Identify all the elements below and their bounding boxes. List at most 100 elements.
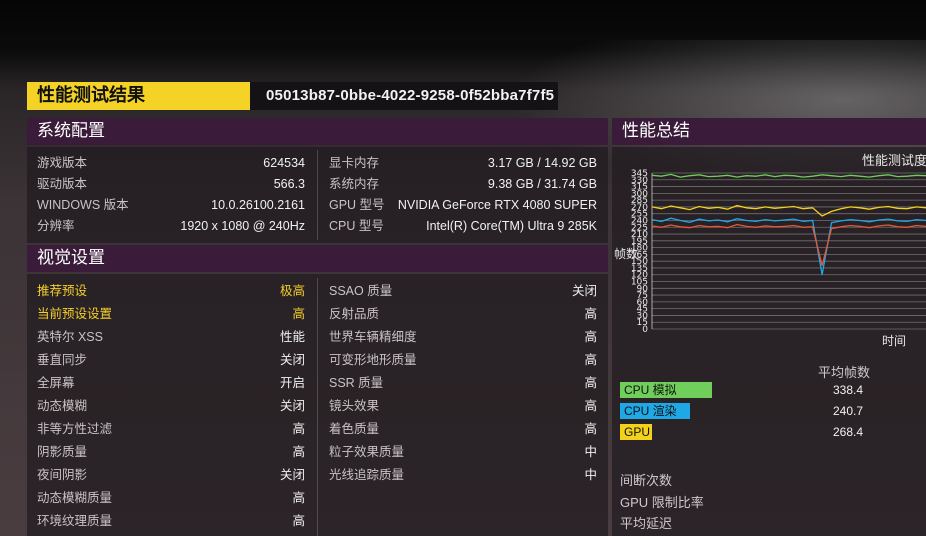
- system-config-row: 系统内存 9.38 GB / 31.74 GB: [329, 173, 597, 195]
- system-config-row: GPU 型号 NVIDIA GeForce RTX 4080 SUPER: [329, 194, 597, 216]
- system-config-value: Intel(R) Core(TM) Ultra 9 285K: [426, 219, 597, 233]
- visual-setting-label: 动态模糊: [37, 399, 88, 413]
- system-config-value: 566.3: [273, 177, 305, 191]
- performance-chart-svg: 性能测试度 帧数 时间 0153045607590105120135150165…: [614, 153, 926, 348]
- visual-setting-label: 阴影质量: [37, 445, 88, 459]
- visual-setting-value: 高: [584, 353, 597, 367]
- visual-settings-header: 视觉设置: [27, 245, 608, 272]
- visual-setting-row: 全屏幕 开启: [37, 372, 305, 394]
- visual-setting-row: 镜头效果 高: [329, 395, 597, 417]
- visual-setting-row: 动态模糊 关闭: [37, 395, 305, 417]
- visual-setting-label: 夜间阴影: [37, 468, 88, 482]
- visual-setting-row: 环境纹理质量 高: [37, 510, 305, 532]
- chart-title: 性能测试度: [862, 153, 926, 169]
- system-config-value: 3.17 GB / 14.92 GB: [487, 156, 597, 170]
- visual-setting-label: SSR 质量: [329, 376, 384, 390]
- visual-setting-value: 高: [292, 445, 305, 459]
- visual-setting-value: 关闭: [279, 468, 305, 482]
- visual-setting-label: 非等方性过滤: [37, 422, 113, 436]
- system-config-value: NVIDIA GeForce RTX 4080 SUPER: [397, 198, 597, 212]
- legend-chip: CPU 模拟: [620, 382, 712, 398]
- system-config-header: 系统配置: [27, 118, 608, 145]
- visual-settings-divider: [317, 278, 318, 536]
- system-config-row: CPU 型号 Intel(R) Core(TM) Ultra 9 285K: [329, 215, 597, 237]
- visual-setting-label: 世界车辆精细度: [329, 330, 417, 344]
- run-id: 05013b87-0bbe-4022-9258-0f52bba7f7f5: [250, 82, 558, 110]
- visual-setting-row: 垂直同步 关闭: [37, 349, 305, 371]
- visual-setting-row: 动态模糊质量 高: [37, 487, 305, 509]
- visual-setting-label: 环境纹理质量: [37, 514, 113, 528]
- performance-summary-header: 性能总结: [612, 118, 926, 145]
- system-config-row: 驱动版本 566.3: [37, 173, 305, 195]
- system-config-value: 9.38 GB / 31.74 GB: [487, 177, 597, 191]
- visual-setting-label: 全屏幕: [37, 376, 75, 390]
- system-config-label: GPU 型号: [329, 198, 385, 212]
- system-config-label: CPU 型号: [329, 219, 384, 233]
- y-tick-label: 345: [631, 169, 648, 179]
- system-config-label: 显卡内存: [329, 156, 380, 170]
- visual-setting-label: 动态模糊质量: [37, 491, 113, 505]
- system-config-label: 系统内存: [329, 177, 380, 191]
- visual-setting-row: 英特尔 XSS 性能: [37, 326, 305, 348]
- visual-setting-row: 粒子效果质量 中: [329, 441, 597, 463]
- visual-setting-value: 高: [584, 330, 597, 344]
- visual-setting-label: 镜头效果: [329, 399, 380, 413]
- visual-setting-row: 阴影质量 高: [37, 441, 305, 463]
- visual-setting-row: 光线追踪质量 中: [329, 464, 597, 486]
- series-line: [651, 173, 926, 178]
- visual-setting-row: 着色质量 高: [329, 418, 597, 440]
- visual-setting-value: 高: [584, 422, 597, 436]
- system-config-divider: [317, 150, 318, 240]
- visual-setting-row: SSAO 质量 关闭: [329, 280, 597, 302]
- visual-setting-value: 高: [584, 307, 597, 321]
- visual-setting-label: SSAO 质量: [329, 284, 393, 298]
- visual-setting-value: 高: [292, 422, 305, 436]
- legend-value: 338.4: [833, 383, 864, 397]
- system-config-row: 分辨率 1920 x 1080 @ 240Hz: [37, 215, 305, 237]
- visual-setting-value: 关闭: [279, 353, 305, 367]
- avg-latency-label: 平均延迟: [620, 516, 673, 531]
- visual-setting-label: 粒子效果质量: [329, 445, 405, 459]
- visual-setting-row: 世界车辆精细度 高: [329, 326, 597, 348]
- legend-value: 240.7: [833, 404, 864, 418]
- visual-setting-row: 反射品质 高: [329, 303, 597, 325]
- legend-chip: CPU 渲染: [620, 403, 690, 419]
- visual-setting-label: 可变形地形质量: [329, 353, 417, 367]
- visual-setting-value: 高: [292, 491, 305, 505]
- visual-setting-value: 高: [584, 376, 597, 390]
- visual-setting-label: 着色质量: [329, 422, 380, 436]
- visual-setting-value: 关闭: [571, 284, 597, 298]
- visual-setting-value: 中: [584, 445, 597, 459]
- system-config-row: WINDOWS 版本 10.0.26100.2161: [37, 194, 305, 216]
- visual-setting-value: 开启: [279, 376, 305, 390]
- stutter-count-label: 间断次数: [620, 473, 673, 488]
- series-line: [651, 223, 926, 266]
- visual-setting-label: 当前预设设置: [37, 307, 113, 321]
- visual-setting-value: 高: [292, 514, 305, 528]
- visual-setting-value: 中: [584, 468, 597, 482]
- legend-chip: GPU: [620, 424, 652, 440]
- visual-setting-value: 高: [584, 399, 597, 413]
- legend-value: 268.4: [833, 425, 864, 439]
- visual-setting-row: 可变形地形质量 高: [329, 349, 597, 371]
- performance-chart: 性能测试度 帧数 时间 0 15 30 45 60 75 90 105 120 135 150 165…: [612, 145, 926, 357]
- visual-setting-row: 夜间阴影 关闭: [37, 464, 305, 486]
- system-config-value: 10.0.26100.2161: [211, 198, 305, 212]
- system-config-row: 显卡内存 3.17 GB / 14.92 GB: [329, 152, 597, 174]
- visual-setting-label: 光线追踪质量: [329, 468, 405, 482]
- avg-fps-label: 平均帧数: [818, 365, 871, 380]
- visual-setting-label: 推荐预设: [37, 284, 88, 298]
- system-config-value: 1920 x 1080 @ 240Hz: [180, 219, 305, 233]
- system-config-label: 驱动版本: [37, 177, 88, 191]
- system-config-label: WINDOWS 版本: [37, 198, 129, 212]
- visual-setting-row: SSR 质量 高: [329, 372, 597, 394]
- visual-setting-value: 性能: [279, 330, 305, 344]
- system-config-row: 游戏版本 624534: [37, 152, 305, 174]
- system-config-label: 分辨率: [37, 219, 75, 233]
- x-axis-label: 时间: [882, 334, 906, 348]
- visual-setting-value: 极高: [279, 284, 305, 298]
- page-title: 性能测试结果: [27, 82, 250, 110]
- visual-setting-label: 反射品质: [329, 307, 380, 321]
- visual-setting-row: 非等方性过滤 高: [37, 418, 305, 440]
- system-config-value: 624534: [263, 156, 305, 170]
